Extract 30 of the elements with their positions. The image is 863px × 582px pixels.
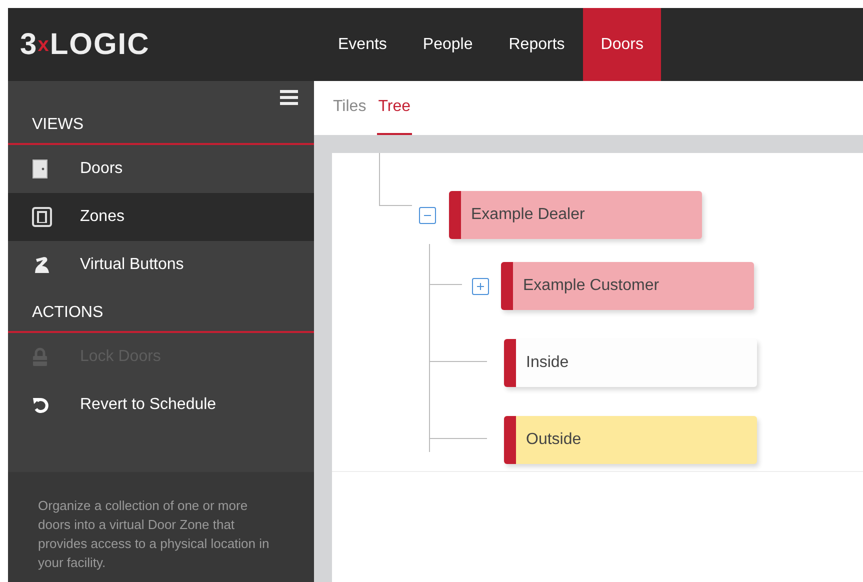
sidebar-item[interactable]: Revert to Schedule bbox=[8, 381, 314, 429]
description-text: Organize a collection of one or more doors into a virtual Door Zone that provides access to a physical location in your facility. bbox=[38, 497, 270, 572]
section-heading: VIEWS bbox=[8, 105, 314, 145]
node-label: Inside bbox=[526, 353, 569, 373]
nav-tab[interactable]: Reports bbox=[490, 8, 583, 81]
node-label: Example Dealer bbox=[471, 205, 585, 225]
plus-icon bbox=[476, 282, 485, 290]
sidebar-item[interactable]: Virtual Buttons bbox=[8, 241, 314, 289]
door-icon bbox=[32, 159, 48, 179]
tree-node[interactable]: Inside bbox=[504, 339, 757, 387]
expand-button[interactable] bbox=[472, 278, 489, 294]
nav-tab[interactable]: People bbox=[404, 8, 491, 81]
revert-icon bbox=[32, 396, 50, 414]
nav-tab[interactable]: Doors bbox=[582, 8, 662, 81]
hand-icon bbox=[32, 255, 52, 275]
node-label: Outside bbox=[526, 430, 582, 450]
collapse-button[interactable] bbox=[419, 206, 436, 224]
nav-tab[interactable]: Events bbox=[320, 8, 405, 81]
connector-line bbox=[379, 153, 412, 206]
logo: 3xLOGIC bbox=[19, 27, 151, 63]
sidebar-item[interactable]: Doors bbox=[8, 145, 314, 193]
tree-node[interactable]: Outside bbox=[504, 416, 757, 464]
menu-icon[interactable] bbox=[280, 90, 298, 105]
tree-node[interactable]: Example Dealer bbox=[449, 191, 702, 239]
lock-icon bbox=[32, 347, 48, 367]
tree-node[interactable]: Example Customer bbox=[501, 262, 754, 310]
view-tab[interactable]: Tiles bbox=[332, 81, 368, 135]
node-label: Example Customer bbox=[523, 276, 660, 296]
zone-icon bbox=[32, 207, 52, 227]
sidebar-item[interactable]: Zones bbox=[8, 193, 314, 241]
